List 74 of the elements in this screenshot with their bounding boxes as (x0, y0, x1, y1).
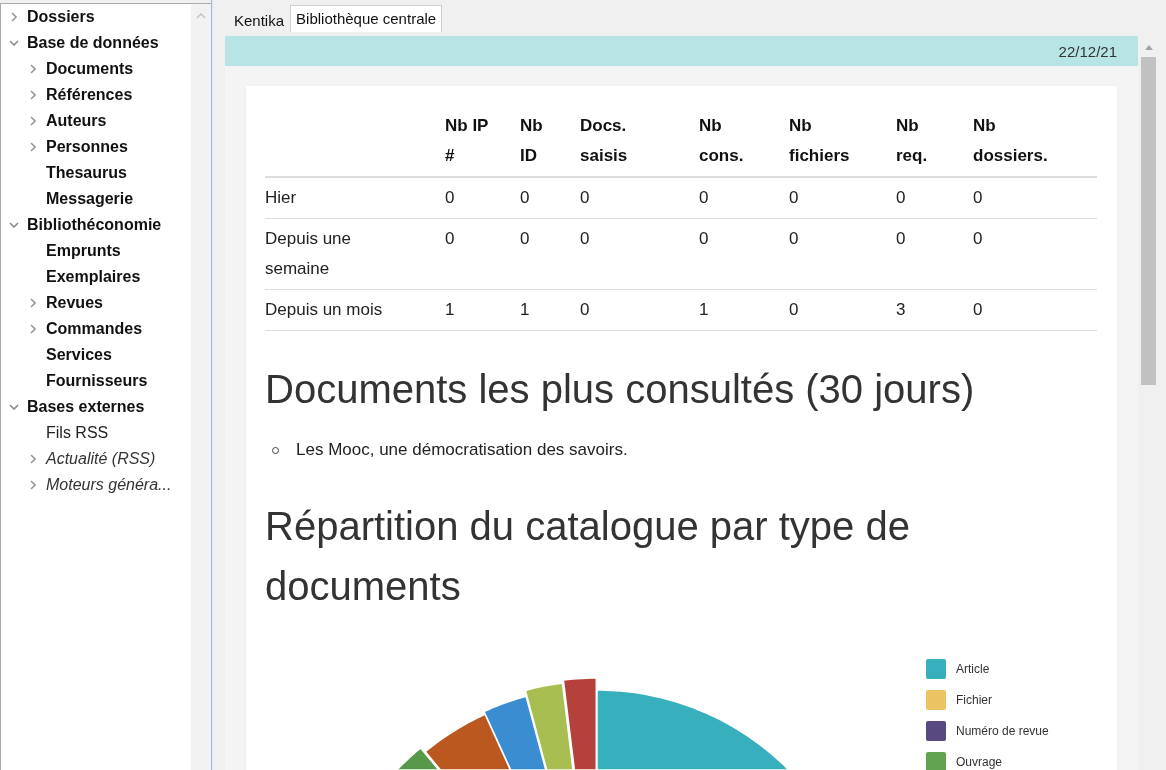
table-cell: 1 (520, 300, 530, 319)
tree-item[interactable]: Emprunts (28, 238, 191, 264)
table-cell: 0 (580, 188, 590, 207)
chevron-down-icon[interactable] (9, 40, 19, 46)
table-cell: 0 (520, 188, 530, 207)
column-header: Nb fichiers (789, 115, 851, 167)
tree-item[interactable]: Bibliothéconomie (9, 212, 191, 238)
tree-item[interactable]: Dossiers (9, 4, 191, 30)
table-cell: 0 (699, 188, 709, 207)
table-cell: 0 (445, 188, 455, 207)
tree-item[interactable]: Documents (28, 56, 191, 82)
row-label: Depuis une semaine (265, 228, 352, 280)
table-cell: 1 (445, 300, 455, 319)
chevron-down-icon[interactable] (9, 404, 19, 410)
column-header: Nb IP # (445, 115, 490, 167)
scrollbar-thumb[interactable] (1141, 57, 1156, 385)
scrollbar[interactable] (191, 4, 211, 770)
tree-item[interactable]: Bases externes (9, 394, 191, 420)
scroll-up-arrow-icon[interactable] (1144, 45, 1153, 50)
table-cell: 0 (789, 188, 799, 207)
tree-item[interactable]: Exemplaires (28, 264, 191, 290)
tree-item[interactable]: Auteurs (28, 108, 191, 134)
table-cell: 0 (520, 229, 530, 248)
table-cell: 0 (699, 229, 709, 248)
chevron-right-icon[interactable] (30, 298, 36, 308)
tree-item[interactable]: Commandes (28, 316, 191, 342)
column-header: Nb ID (520, 115, 544, 167)
table-cell: 0 (973, 300, 983, 319)
table-cell: 0 (445, 229, 455, 248)
tree-item[interactable]: Fils RSS (28, 420, 191, 446)
table-cell: 0 (973, 188, 983, 207)
legend-label: Article (956, 661, 990, 676)
chevron-right-icon[interactable] (30, 324, 36, 334)
chevron-right-icon[interactable] (30, 454, 36, 464)
chevron-right-icon[interactable] (30, 142, 36, 152)
tree-item[interactable]: Thesaurus (28, 160, 191, 186)
section-heading: Répartition du catalogue par type de documents (265, 503, 911, 610)
table-cell: 0 (580, 229, 590, 248)
table-cell: 0 (896, 188, 906, 207)
section-heading: Documents les plus consultés (30 jours) (265, 366, 976, 413)
table-cell: 1 (699, 300, 709, 319)
table-cell: 0 (973, 229, 983, 248)
tree-item[interactable]: Messagerie (28, 186, 191, 212)
column-header: Docs. saisis (580, 115, 629, 167)
legend-label: Ouvrage (956, 754, 1003, 769)
table-cell: 0 (896, 229, 906, 248)
chevron-right-icon[interactable] (30, 116, 36, 126)
tab[interactable]: Bibliothèque centrale (290, 5, 443, 32)
column-header: Nb dossiers. (973, 115, 1049, 167)
tree-item[interactable]: Moteurs généra... (28, 472, 191, 498)
tree-item[interactable]: Base de données (9, 30, 191, 56)
legend-label: Numéro de revue (956, 723, 1049, 738)
table-cell: 0 (789, 300, 799, 319)
column-header: Nb cons. (699, 115, 745, 167)
row-label: Depuis un mois (265, 299, 383, 321)
chevron-right-icon[interactable] (30, 64, 36, 74)
table-cell: 3 (896, 300, 906, 319)
chevron-right-icon[interactable] (30, 480, 36, 490)
tree-item[interactable]: Références (28, 82, 191, 108)
tree-item[interactable]: Revues (28, 290, 191, 316)
column-header: Nb req. (896, 115, 929, 167)
legend-label: Fichier (956, 692, 992, 707)
tree-item[interactable]: Personnes (28, 134, 191, 160)
table-cell: 0 (789, 229, 799, 248)
chevron-right-icon[interactable] (11, 12, 17, 22)
tree-item[interactable]: Services (28, 342, 191, 368)
table-cell: 0 (580, 300, 590, 319)
chevron-down-icon[interactable] (9, 222, 19, 228)
tree-item[interactable]: Fournisseurs (28, 368, 191, 394)
date-label: 22/12/21 (1058, 42, 1117, 60)
document-link[interactable]: Les Mooc, une démocratisation des savoirs. (296, 440, 628, 460)
chevron-right-icon[interactable] (30, 90, 36, 100)
row-label: Hier (265, 187, 297, 209)
tree-item[interactable]: Actualité (RSS) (28, 446, 191, 472)
